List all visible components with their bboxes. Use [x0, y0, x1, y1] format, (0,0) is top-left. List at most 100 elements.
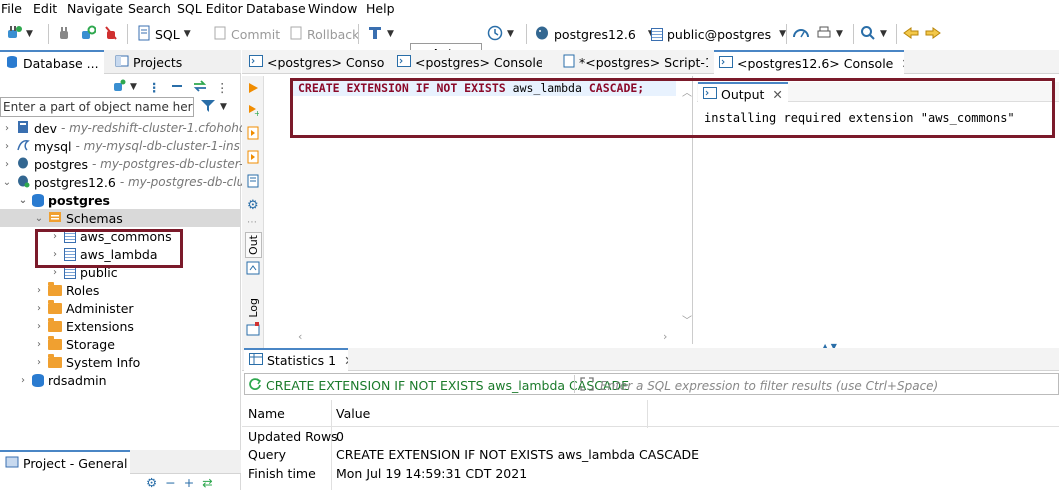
scroll-left-icon[interactable]: ‹ — [298, 330, 302, 343]
chevron-right-icon[interactable]: › — [18, 375, 28, 386]
editor-tab-script-1[interactable]: *<postgres> Script-1 — [558, 50, 708, 74]
chevron-right-icon[interactable]: › — [34, 339, 44, 350]
chevron-right-icon[interactable]: › — [34, 321, 44, 332]
folder-icon — [48, 353, 62, 368]
tree-label: rdsadmin — [48, 372, 107, 388]
tree-connection-postgres[interactable]: › postgres - my-postgres-db-cluster- 🔒︎ — [2, 155, 252, 173]
tree-connection-mysql[interactable]: › mysql - my-mysql-db-cluster-1-ins 🔒︎ — [2, 137, 249, 155]
chevron-down-icon[interactable]: ⌄ — [18, 195, 28, 206]
tab-statistics-1[interactable]: Statistics 1 ✕ — [244, 348, 348, 371]
new-connection-button[interactable]: ▼ — [6, 24, 33, 44]
connect-button[interactable] — [57, 24, 71, 44]
collapse-icon[interactable]: − — [165, 475, 175, 490]
chevron-right-icon[interactable]: › — [2, 159, 12, 170]
tree-meta: - my-mysql-db-cluster-1-ins — [75, 139, 240, 153]
scroll-down-icon[interactable]: ﹀ — [682, 312, 692, 327]
more-dots-icon[interactable]: ⋯ — [247, 218, 261, 228]
table-row[interactable]: Finish time Mon Jul 19 14:59:31 CDT 2021 — [242, 464, 1059, 483]
log-panel-icon[interactable] — [246, 322, 260, 339]
tab-database-navigator[interactable]: Database ... ✕ — [0, 50, 104, 74]
mysql-dolphin-icon — [16, 138, 30, 155]
chevron-right-icon[interactable]: › — [2, 141, 12, 152]
chevron-down-icon[interactable]: ⌄ — [34, 213, 44, 224]
dashboard-button[interactable] — [792, 24, 810, 44]
tab-project-general[interactable]: Project - General ✕ — [0, 450, 130, 474]
column-header-name[interactable]: Name — [248, 406, 285, 421]
gear-icon[interactable]: ⚙ — [146, 475, 157, 490]
side-tab-out-label: Out — [247, 235, 260, 255]
scroll-right-icon[interactable]: › — [663, 330, 667, 343]
chevron-right-icon[interactable]: › — [50, 267, 60, 278]
menu-navigate[interactable]: Navigate — [67, 1, 123, 16]
view-menu-button[interactable]: ⋮ — [216, 77, 229, 97]
navigator-filter-input[interactable]: Enter a part of object name here — [0, 97, 194, 117]
close-icon[interactable]: ✕ — [901, 56, 904, 71]
commit-button[interactable]: Commit — [213, 24, 280, 44]
chevron-right-icon[interactable]: › — [2, 123, 12, 134]
chevron-down-icon[interactable]: ⌄ — [2, 177, 12, 188]
side-tab-out[interactable]: Out — [245, 232, 262, 258]
tree-connection-postgres12-6[interactable]: ⌄ postgres12.6 - my-postgres-db-clus 🔒︎ — [2, 173, 259, 191]
tree-database-rdsadmin[interactable]: › rdsadmin — [18, 371, 107, 389]
editor-tab-postgres12-console[interactable]: <postgres12.6> Console ✕ — [714, 50, 904, 74]
tree-connection-dev[interactable]: › dev - my-redshift-cluster-1.cfohohdev — [2, 119, 261, 137]
rollback-button[interactable]: Rollback — [289, 24, 359, 44]
menu-file[interactable]: File — [1, 1, 22, 16]
menu-search[interactable]: Search — [128, 1, 171, 16]
add-icon[interactable]: + — [184, 475, 194, 490]
explain-plan-icon[interactable] — [247, 174, 261, 191]
rollback-icon — [289, 25, 303, 44]
tree-database-postgres[interactable]: ⌄ postgres — [18, 191, 110, 209]
search-button[interactable]: ▼ — [860, 24, 887, 44]
results-header-row: Name Value — [242, 404, 1059, 423]
settings-gear-icon[interactable]: ⚙ — [247, 198, 261, 213]
navigator-more-button[interactable]: ⋮ — [148, 77, 161, 97]
tab-projects[interactable]: Projects — [110, 50, 190, 74]
transaction-mode-button[interactable]: ▼ — [367, 24, 394, 44]
forward-button[interactable] — [924, 24, 942, 44]
link-editor-button[interactable] — [192, 77, 208, 97]
editor-tab-postgres-console-1[interactable]: <postgres> Console — [244, 50, 384, 74]
table-row[interactable]: Query CREATE EXTENSION IF NOT EXISTS aws… — [242, 445, 1059, 464]
execute-icon[interactable] — [247, 82, 261, 97]
tree-folder-system-info[interactable]: › System Info — [34, 353, 140, 371]
side-tab-log[interactable]: Log — [245, 296, 262, 320]
tree-folder-roles[interactable]: › Roles — [34, 281, 99, 299]
tree-schemas-folder[interactable]: ⌄ Schemas — [34, 209, 123, 227]
disconnect-button[interactable] — [104, 24, 118, 44]
filter-settings-button[interactable]: ▼ — [200, 97, 227, 117]
column-header-value[interactable]: Value — [336, 406, 370, 421]
sql-editor-button[interactable]: SQL ▼ — [137, 24, 191, 44]
editor-tab-postgres-console-2[interactable]: <postgres> Console — [392, 50, 542, 74]
active-schema-selector[interactable]: public@postgres ▼ — [651, 24, 786, 44]
tree-label: System Info — [66, 354, 141, 370]
tree-label: Schemas — [66, 210, 123, 226]
execute-script-icon[interactable] — [247, 126, 261, 143]
menu-help[interactable]: Help — [366, 1, 395, 16]
sync-arrows-icon[interactable]: ⇄ — [202, 475, 212, 490]
navigator-new-connection-button[interactable]: ▼ — [112, 77, 137, 97]
chevron-right-icon[interactable]: › — [34, 303, 44, 314]
tree-folder-extensions[interactable]: › Extensions — [34, 317, 134, 335]
results-filter-input[interactable]: Enter a SQL expression to filter results… — [580, 377, 938, 394]
active-datasource-selector[interactable]: postgres12.6 ▼ — [534, 24, 655, 44]
table-row[interactable]: Updated Rows 0 — [242, 427, 1059, 446]
menu-sql-editor[interactable]: SQL Editor — [177, 1, 243, 16]
menu-window[interactable]: Window — [308, 1, 357, 16]
chevron-right-icon[interactable]: › — [34, 285, 44, 296]
menu-database[interactable]: Database — [246, 1, 306, 16]
history-button[interactable]: ▼ — [487, 24, 514, 44]
collapse-all-button[interactable] — [170, 77, 184, 97]
tasks-button[interactable]: ▼ — [816, 24, 843, 44]
tree-folder-storage[interactable]: › Storage — [34, 335, 115, 353]
close-icon[interactable]: ✕ — [344, 353, 348, 368]
chevron-right-icon[interactable]: › — [34, 357, 44, 368]
menu-edit[interactable]: Edit — [33, 1, 57, 16]
reconnect-button[interactable] — [80, 24, 97, 44]
execute-script-new-tab-icon[interactable] — [247, 150, 261, 167]
execute-new-tab-icon[interactable]: + — [247, 104, 261, 119]
tree-folder-administer[interactable]: › Administer — [34, 299, 134, 317]
back-button[interactable] — [902, 24, 920, 44]
output-panel-icon[interactable] — [246, 261, 260, 278]
project-tab-bar: Project - General ✕ — [0, 450, 241, 474]
